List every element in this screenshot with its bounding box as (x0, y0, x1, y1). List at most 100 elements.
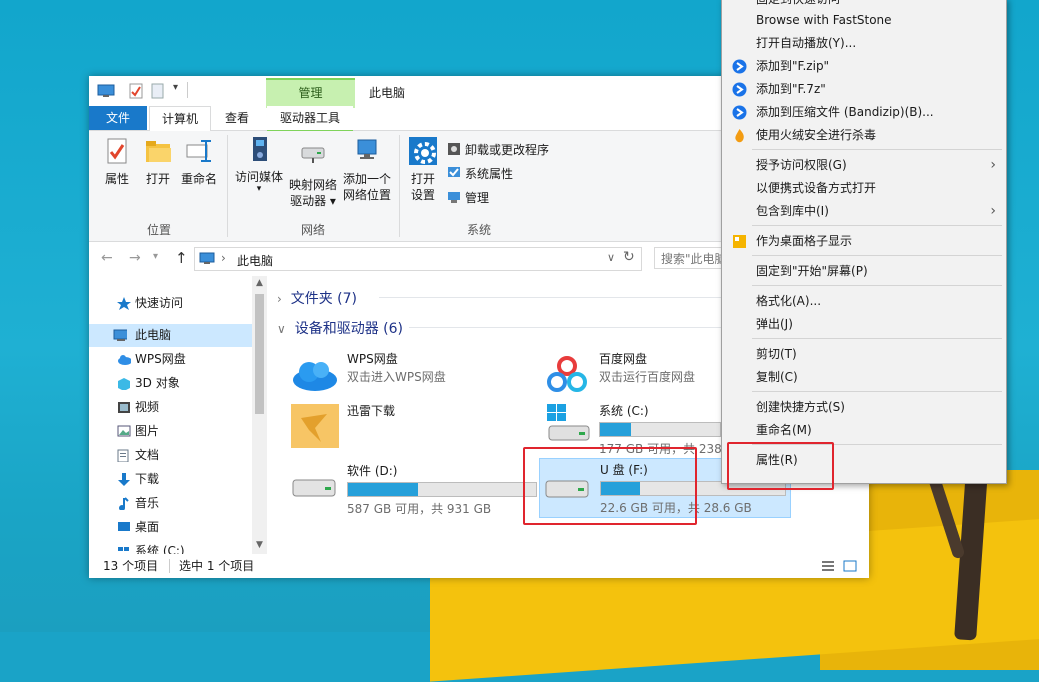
up-arrow-icon[interactable]: ↑ (175, 249, 188, 267)
menu-label: 重命名(M) (756, 423, 812, 437)
item-software-d[interactable]: 软件 (D:) 587 GB 可用，共 931 GB (291, 460, 541, 516)
scroll-down-icon[interactable]: ▼ (256, 540, 263, 550)
menu-item-faststone[interactable]: Browse with FastStone (722, 9, 1006, 32)
group-header-devices[interactable]: ∨ 设备和驱动器 (6) (277, 318, 403, 338)
add-location-label-2: 网络位置 (342, 188, 391, 202)
properties-icon[interactable] (129, 83, 143, 99)
recent-chevron-down-icon[interactable]: ▾ (153, 251, 158, 262)
scroll-thumb[interactable] (255, 294, 264, 414)
menu-separator (752, 391, 1002, 392)
drive-usage-bar (599, 422, 721, 437)
nav-label: 桌面 (135, 520, 160, 534)
nav-quick-access[interactable]: 快速访问 (89, 292, 252, 315)
details-view-icon[interactable] (821, 560, 835, 572)
menu-label: Browse with FastStone (756, 13, 892, 27)
nav-system-c[interactable]: 系统 (C:) (89, 540, 252, 554)
menu-label: 剪切(T) (756, 347, 797, 361)
menu-item-desktop-grid[interactable]: 作为桌面格子显示 (722, 230, 1006, 253)
menu-label: 包含到库中(I) (756, 204, 829, 218)
breadcrumb-this-pc[interactable]: 此电脑 (237, 252, 273, 269)
new-folder-icon[interactable] (151, 83, 165, 99)
manage-label: 管理 (465, 191, 490, 205)
nav-desktop[interactable]: 桌面 (89, 516, 252, 539)
properties-button[interactable]: 属性 (97, 137, 137, 187)
menu-item-bandizip[interactable]: 添加到压缩文件 (Bandizip)(B)... (722, 101, 1006, 124)
divider (227, 135, 228, 237)
system-properties-button[interactable]: 系统属性 (447, 165, 513, 183)
video-icon (118, 402, 130, 413)
open-settings-button[interactable]: 打开 设置 (405, 137, 441, 203)
menu-item-huorong-scan[interactable]: 使用火绒安全进行杀毒 (722, 124, 1006, 147)
menu-label: 打开自动播放(Y)... (756, 36, 857, 50)
menu-label: 格式化(A)... (756, 294, 822, 308)
computer-icon[interactable] (97, 84, 115, 98)
open-settings-label-1: 打开 (410, 172, 435, 186)
menu-label: 创建快捷方式(S) (756, 400, 845, 414)
open-button[interactable]: 打开 (141, 137, 175, 187)
add-network-location-button[interactable]: 添加一个 网络位置 (339, 137, 395, 203)
gear-icon (409, 137, 441, 169)
drive-usage-fill (348, 483, 418, 496)
tab-manage-context[interactable]: 管理 (266, 78, 355, 108)
nav-wps-cloud[interactable]: WPS网盘 (89, 348, 252, 371)
large-icons-view-icon[interactable] (843, 560, 857, 572)
menu-item-eject[interactable]: 弹出(J) (722, 313, 1006, 336)
download-arrow-icon (118, 473, 130, 486)
address-dropdown-icon[interactable]: ∨ (607, 251, 615, 264)
huorong-flame-icon (735, 129, 744, 143)
menu-item-grant-access[interactable]: 授予访问权限(G) › (722, 154, 1006, 177)
menu-item-autoplay[interactable]: 打开自动播放(Y)... (722, 32, 1006, 55)
item-name: 系统 (C:) (599, 404, 649, 418)
nav-pictures[interactable]: 图片 (89, 420, 252, 443)
desktop-icon (118, 522, 130, 531)
menu-item-include-library[interactable]: 包含到库中(I) › (722, 200, 1006, 223)
rename-icon (186, 140, 211, 162)
tab-computer[interactable]: 计算机 (149, 106, 211, 132)
item-name: 软件 (D:) (347, 464, 398, 478)
drive-usage-fill (600, 423, 632, 436)
group-header-folders[interactable]: › 文件夹 (7) (277, 288, 357, 308)
nav-this-pc[interactable]: 此电脑 (89, 324, 252, 347)
uninstall-program-button[interactable]: 卸载或更改程序 (447, 141, 549, 159)
nav-3d-objects[interactable]: 3D 对象 (89, 372, 252, 395)
nav-label: 音乐 (135, 496, 160, 510)
menu-item-copy[interactable]: 复制(C) (722, 366, 1006, 389)
tab-file[interactable]: 文件 (89, 106, 147, 130)
menu-item-add-7z[interactable]: 添加到"F.7z" (722, 78, 1006, 101)
nav-label: WPS网盘 (135, 352, 186, 366)
forward-arrow-icon[interactable]: → (129, 250, 141, 266)
menu-separator (752, 255, 1002, 256)
menu-item-create-shortcut[interactable]: 创建快捷方式(S) (722, 396, 1006, 419)
refresh-icon[interactable]: ↻ (623, 249, 635, 265)
dropdown-icon[interactable]: ▾ (173, 82, 178, 93)
nav-downloads[interactable]: 下载 (89, 468, 252, 491)
nav-videos[interactable]: 视频 (89, 396, 252, 419)
nav-documents[interactable]: 文档 (89, 444, 252, 467)
map-drive-button[interactable]: 映射网络 驱动器 ▾ (286, 143, 340, 209)
manage-button[interactable]: 管理 (447, 189, 489, 207)
tab-view[interactable]: 查看 (213, 106, 261, 130)
breadcrumb-separator-icon: › (221, 251, 226, 265)
access-media-button[interactable]: 访问媒体 ▾ (233, 135, 285, 194)
back-arrow-icon[interactable]: ← (101, 250, 113, 266)
menu-item-pin-start[interactable]: 固定到"开始"屏幕(P) (722, 260, 1006, 283)
rename-button[interactable]: 重命名 (179, 137, 219, 187)
nav-label: 快速访问 (135, 296, 184, 310)
nav-music[interactable]: 音乐 (89, 492, 252, 515)
menu-label: 弹出(J) (756, 317, 793, 331)
network-drive-icon (301, 147, 325, 163)
nav-scrollbar[interactable]: ▲ ▼ (252, 276, 267, 554)
chevron-right-icon: › (277, 292, 282, 306)
address-input[interactable]: › 此电脑 ∨ ↻ (194, 247, 642, 271)
item-xunlei-download[interactable]: 迅雷下载 (291, 400, 541, 456)
menu-item-portable-device[interactable]: 以便携式设备方式打开 (722, 177, 1006, 200)
item-wps-cloud[interactable]: WPS网盘 双击进入WPS网盘 (291, 348, 541, 404)
cloud-icon (293, 362, 337, 391)
menu-item-cut[interactable]: 剪切(T) (722, 343, 1006, 366)
menu-item-rename[interactable]: 重命名(M) (722, 419, 1006, 442)
tab-drive-tools[interactable]: 驱动器工具 (267, 106, 353, 131)
highlight-box-usb (523, 447, 697, 525)
menu-item-format[interactable]: 格式化(A)... (722, 290, 1006, 313)
menu-item-add-zip[interactable]: 添加到"F.zip" (722, 55, 1006, 78)
scroll-up-icon[interactable]: ▲ (256, 278, 263, 288)
